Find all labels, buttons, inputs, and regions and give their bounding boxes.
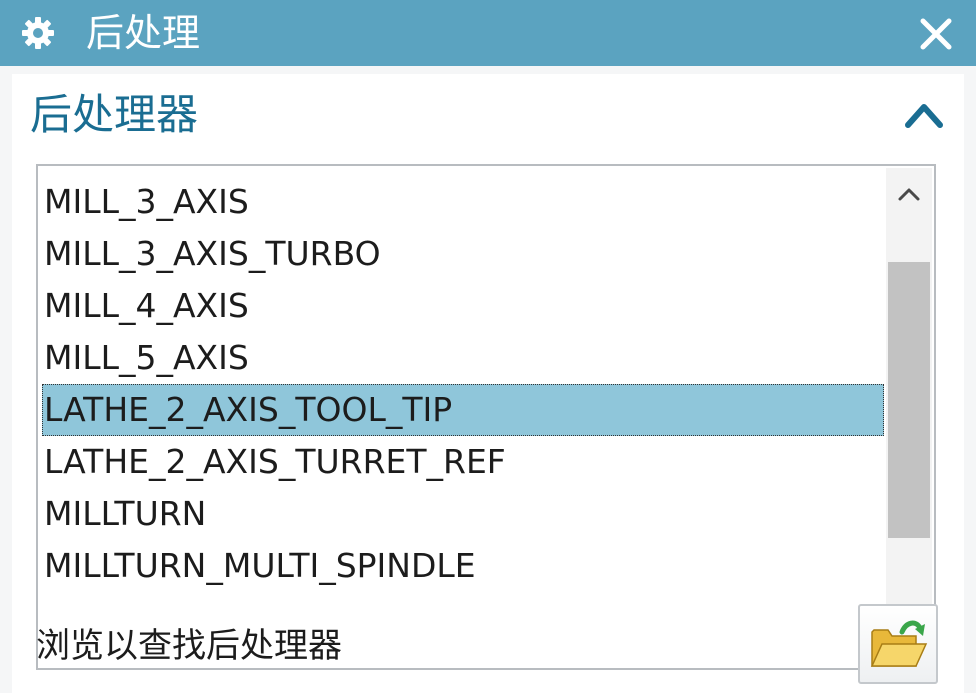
dialog-title: 后处理 <box>86 11 201 55</box>
list-item[interactable]: MILL_3_AXIS <box>42 176 884 228</box>
open-folder-icon <box>870 620 928 667</box>
title-bar[interactable]: 后处理 <box>0 0 976 66</box>
browse-label: 浏览以查找后处理器 <box>36 626 342 666</box>
scrollbar-thumb[interactable] <box>888 262 930 538</box>
list-item[interactable]: MILLTURN_MULTI_SPINDLE <box>42 540 884 592</box>
section-title-postprocessor: 后处理器 <box>30 90 199 139</box>
list-item[interactable]: MILL_4_AXIS <box>42 280 884 332</box>
list-item[interactable]: LATHE_2_AXIS_TURRET_REF <box>42 436 884 488</box>
postprocess-dialog: 后处理 后处理器 MILL_3_AXIS MILL_3_AXIS_TURBO M… <box>0 0 976 693</box>
scroll-up-button[interactable] <box>886 172 932 216</box>
chevron-up-icon <box>898 188 920 201</box>
close-icon <box>920 18 952 50</box>
collapse-section-button[interactable] <box>902 98 946 132</box>
list-item[interactable]: MILLTURN <box>42 488 884 540</box>
close-button[interactable] <box>906 8 966 60</box>
list-item-selected[interactable]: LATHE_2_AXIS_TOOL_TIP <box>42 384 884 436</box>
gear-icon <box>22 17 54 49</box>
browse-postprocessor-button[interactable] <box>858 604 938 684</box>
postprocessor-listbox[interactable]: MILL_3_AXIS MILL_3_AXIS_TURBO MILL_4_AXI… <box>36 164 936 670</box>
dialog-content: 后处理器 MILL_3_AXIS MILL_3_AXIS_TURBO MILL_… <box>12 74 964 693</box>
vertical-scrollbar[interactable] <box>886 168 932 666</box>
list-item[interactable]: MILL_5_AXIS <box>42 332 884 384</box>
chevron-up-icon <box>905 104 943 128</box>
list-item[interactable]: MILL_3_AXIS_TURBO <box>42 228 884 280</box>
postprocessor-list: MILL_3_AXIS MILL_3_AXIS_TURBO MILL_4_AXI… <box>38 176 884 592</box>
